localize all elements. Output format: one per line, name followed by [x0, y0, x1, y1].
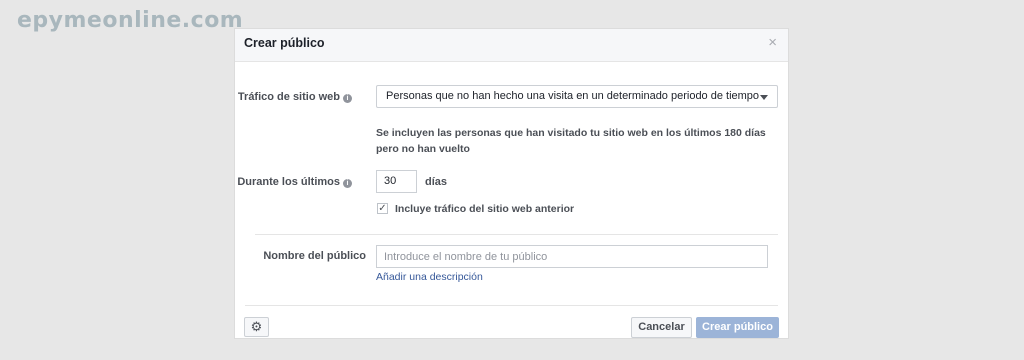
website-traffic-label: Tráfico de sitio web i [238, 91, 352, 103]
days-input[interactable]: 30 [376, 170, 417, 193]
info-icon[interactable]: i [343, 94, 352, 103]
create-audience-button[interactable]: Crear público [696, 317, 779, 338]
footer-divider [245, 305, 778, 306]
website-traffic-select[interactable]: Personas que no han hecho una visita en … [376, 85, 778, 108]
gear-icon: ⚙ [250, 319, 263, 334]
days-unit-label: días [425, 176, 448, 188]
duration-label: Durante los últimos i [237, 176, 352, 188]
caret-down-icon [760, 95, 768, 100]
check-icon[interactable]: ✓ [377, 203, 388, 214]
settings-button[interactable]: ⚙ [244, 317, 269, 337]
dialog-title: Crear público [244, 36, 325, 50]
website-traffic-label-text: Tráfico de sitio web [237, 91, 340, 103]
website-traffic-description: Se incluyen las personas que han visitad… [376, 127, 766, 155]
add-description-link[interactable]: Añadir una descripción [376, 271, 483, 283]
cancel-button[interactable]: Cancelar [631, 317, 692, 338]
close-icon[interactable]: × [768, 34, 777, 52]
create-audience-dialog: Crear público × Tráfico de sitio web i Pe… [234, 28, 789, 339]
info-icon[interactable]: i [343, 179, 352, 188]
duration-label-text: Durante los últimos [237, 176, 340, 188]
section-divider [255, 234, 778, 235]
dialog-header: Crear público × [235, 29, 788, 62]
watermark-logo: epymeonline.com [17, 8, 244, 33]
audience-name-input[interactable] [376, 245, 768, 268]
website-traffic-selected-value: Personas que no han hecho una visita en … [386, 90, 760, 102]
audience-name-label: Nombre del público [263, 250, 366, 262]
include-previous-traffic-label: Incluye tráfico del sitio web anterior [395, 203, 575, 215]
